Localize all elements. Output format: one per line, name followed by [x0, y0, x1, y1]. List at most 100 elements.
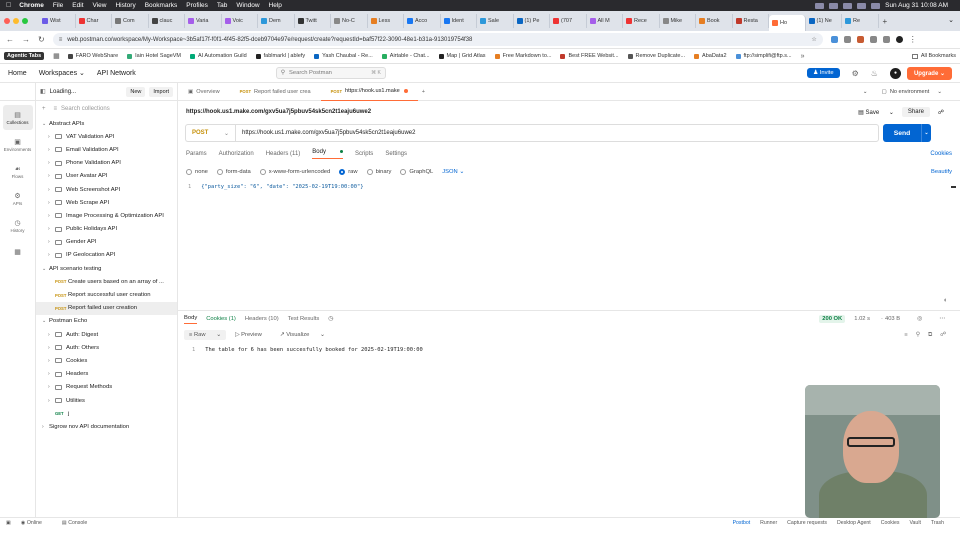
folder-item[interactable]: › Headers — [36, 368, 177, 381]
nav-workspaces[interactable]: Workspaces ⌄ — [39, 69, 85, 77]
send-button[interactable]: Send ⌄ — [883, 124, 931, 142]
body-type-form-data[interactable]: form-data — [216, 168, 251, 175]
chevron-right-icon[interactable]: › — [42, 424, 49, 430]
status-app-icon[interactable] — [829, 2, 839, 9]
bookmark-item[interactable]: fablmarkl | ablefy — [255, 53, 305, 59]
folder-item[interactable]: › IP Geolocation API — [36, 249, 177, 262]
trash-button[interactable]: Trash — [931, 520, 944, 526]
body-type-raw[interactable]: raw — [339, 168, 358, 175]
clock[interactable]: Sun Aug 31 10:08 AM — [885, 2, 948, 9]
tab-settings[interactable]: Settings — [385, 151, 407, 157]
resp-tab-headers[interactable]: Headers (10) — [245, 316, 279, 322]
response-view-select[interactable]: ≡ Raw ⌄ — [184, 330, 227, 340]
history-icon[interactable]: ◷ — [328, 316, 333, 322]
copy-icon[interactable]: ⧉ — [928, 332, 932, 339]
chevron-right-icon[interactable]: › — [48, 252, 55, 258]
bookmark-item[interactable]: Iain Hotel SageVM — [127, 53, 181, 59]
bookmark-star-icon[interactable]: ☆ — [811, 36, 816, 43]
body-format-select[interactable]: JSON ⌄ — [442, 169, 464, 175]
browser-tab[interactable]: Re — [842, 14, 879, 28]
new-tab-button[interactable]: + — [883, 17, 888, 26]
browser-tab[interactable]: Rece — [623, 14, 660, 28]
address-bar[interactable]: ≡ web.postman.co/workspace/My-Workspace~… — [52, 33, 823, 46]
chevron-right-icon[interactable]: › — [48, 160, 55, 166]
wifi-icon[interactable] — [857, 2, 867, 9]
console-button[interactable]: ▤ Console — [62, 520, 97, 526]
runner-button[interactable]: Runner — [760, 520, 777, 526]
puzzle-icon[interactable] — [882, 36, 890, 43]
new-button[interactable]: New — [126, 86, 146, 97]
wrap-icon[interactable]: ≡ — [904, 332, 907, 339]
upgrade-button[interactable]: Upgrade ⌄ — [906, 66, 952, 80]
browser-tab[interactable]: No-C — [331, 14, 368, 28]
browser-tab[interactable]: Voic — [222, 14, 258, 28]
bookmark-item[interactable]: Free Markdown to... — [494, 53, 551, 59]
globe-icon[interactable]: ◎ — [917, 316, 922, 322]
chevron-right-icon[interactable]: › — [48, 213, 55, 219]
url-input[interactable]: https://hook.us1.make.com/gxv5ua7j5pbuv5… — [235, 124, 879, 142]
apps-grid-icon[interactable]: ▦ — [53, 52, 60, 60]
folder-item[interactable]: › Cookies — [36, 354, 177, 367]
chevron-right-icon[interactable]: › — [48, 134, 55, 140]
user-avatar[interactable]: ● — [889, 67, 901, 79]
body-type-none[interactable]: none — [186, 168, 208, 175]
menu-tab[interactable]: Tab — [217, 2, 227, 9]
menu-file[interactable]: File — [53, 2, 63, 9]
browser-tab[interactable]: Mike — [660, 14, 696, 28]
bookmark-item[interactable]: Best FREE Websit... — [560, 53, 619, 59]
browser-tab[interactable]: Com — [112, 14, 149, 28]
chevron-down-icon[interactable]: ⌄ — [42, 266, 49, 272]
response-body[interactable]: 1 The table for 6 has been succesfully bo… — [178, 343, 960, 357]
chevron-right-icon[interactable]: › — [48, 345, 55, 351]
collection-search-input[interactable]: ≡ Search collections — [54, 106, 110, 112]
resp-tab-body[interactable]: Body — [184, 315, 198, 324]
request-item[interactable]: POST Report successful user creation — [36, 288, 177, 301]
vault-button[interactable]: Vault — [909, 520, 920, 526]
extension-icon[interactable] — [869, 36, 877, 43]
menu-history[interactable]: History — [115, 2, 135, 9]
footer-cookies-button[interactable]: Cookies — [881, 520, 900, 526]
save-button[interactable]: ▤ Save ⌄ — [858, 109, 894, 116]
search-icon[interactable]: ⚲ — [916, 332, 920, 339]
status-app-icon[interactable] — [815, 2, 825, 9]
menu-window[interactable]: Window — [236, 2, 259, 9]
body-editor[interactable]: 1 {"party_size": "6", "date": "2025-02-19… — [178, 178, 960, 310]
import-button[interactable]: Import — [149, 86, 173, 97]
tab-report-failed[interactable]: POST Report failed user crea — [230, 83, 321, 101]
rail-history[interactable]: ◷ History — [3, 213, 33, 238]
minimize-window-icon[interactable] — [13, 18, 19, 24]
request-title[interactable]: https://hook.us1.make.com/gxv5ua7j5pbuv5… — [186, 109, 371, 115]
tab-overview[interactable]: ▣ Overview — [178, 83, 230, 101]
tab-headers[interactable]: Headers (11) — [266, 151, 301, 157]
folder-item[interactable]: › User Avatar API — [36, 170, 177, 183]
beautify-button[interactable]: Beautify — [931, 169, 952, 175]
resp-tab-cookies[interactable]: Cookies (1) — [206, 316, 236, 322]
rail-apis[interactable]: ⚙ APIs — [3, 186, 33, 211]
bookmark-item[interactable]: Map | Grid Atlas — [438, 53, 486, 59]
bookmark-item[interactable]: Remove Duplicate... — [627, 53, 685, 59]
bookmark-item[interactable]: ftp://simplifi@ftp.s... — [735, 53, 792, 59]
rail-environments[interactable]: ▣ Environments — [3, 132, 33, 157]
chevron-down-icon[interactable]: ⌄ — [42, 318, 49, 324]
chevron-right-icon[interactable]: › — [48, 187, 55, 193]
extension-icon[interactable] — [843, 36, 851, 43]
menu-view[interactable]: View — [93, 2, 107, 9]
chevron-right-icon[interactable]: › — [48, 371, 55, 377]
desktop-agent-button[interactable]: Desktop Agent — [837, 520, 871, 526]
tab-body[interactable]: Body — [312, 149, 343, 159]
browser-tab[interactable]: Book — [696, 14, 733, 28]
apple-icon[interactable]:  — [6, 2, 11, 9]
browser-tab[interactable]: Ho — [769, 15, 806, 31]
folder-item[interactable]: › Web Scrape API — [36, 196, 177, 209]
menu-profiles[interactable]: Profiles — [186, 2, 208, 9]
folder-item[interactable]: › VAT Validation API — [36, 130, 177, 143]
bookmark-item[interactable]: Yash Chaubal - Re... — [314, 53, 373, 59]
chevron-down-icon[interactable]: ⌄ — [42, 121, 49, 127]
collection-item[interactable]: ⌄ API scenario testing — [36, 262, 177, 275]
cookies-link[interactable]: Cookies — [930, 151, 952, 157]
maximize-window-icon[interactable] — [22, 18, 28, 24]
browser-tab[interactable]: Ident — [441, 14, 477, 28]
folder-item[interactable]: › Phone Validation API — [36, 157, 177, 170]
rail-configure[interactable]: ▦ — [3, 240, 33, 265]
postman-search-input[interactable]: ⚲ Search Postman ⌘ K — [275, 67, 386, 79]
